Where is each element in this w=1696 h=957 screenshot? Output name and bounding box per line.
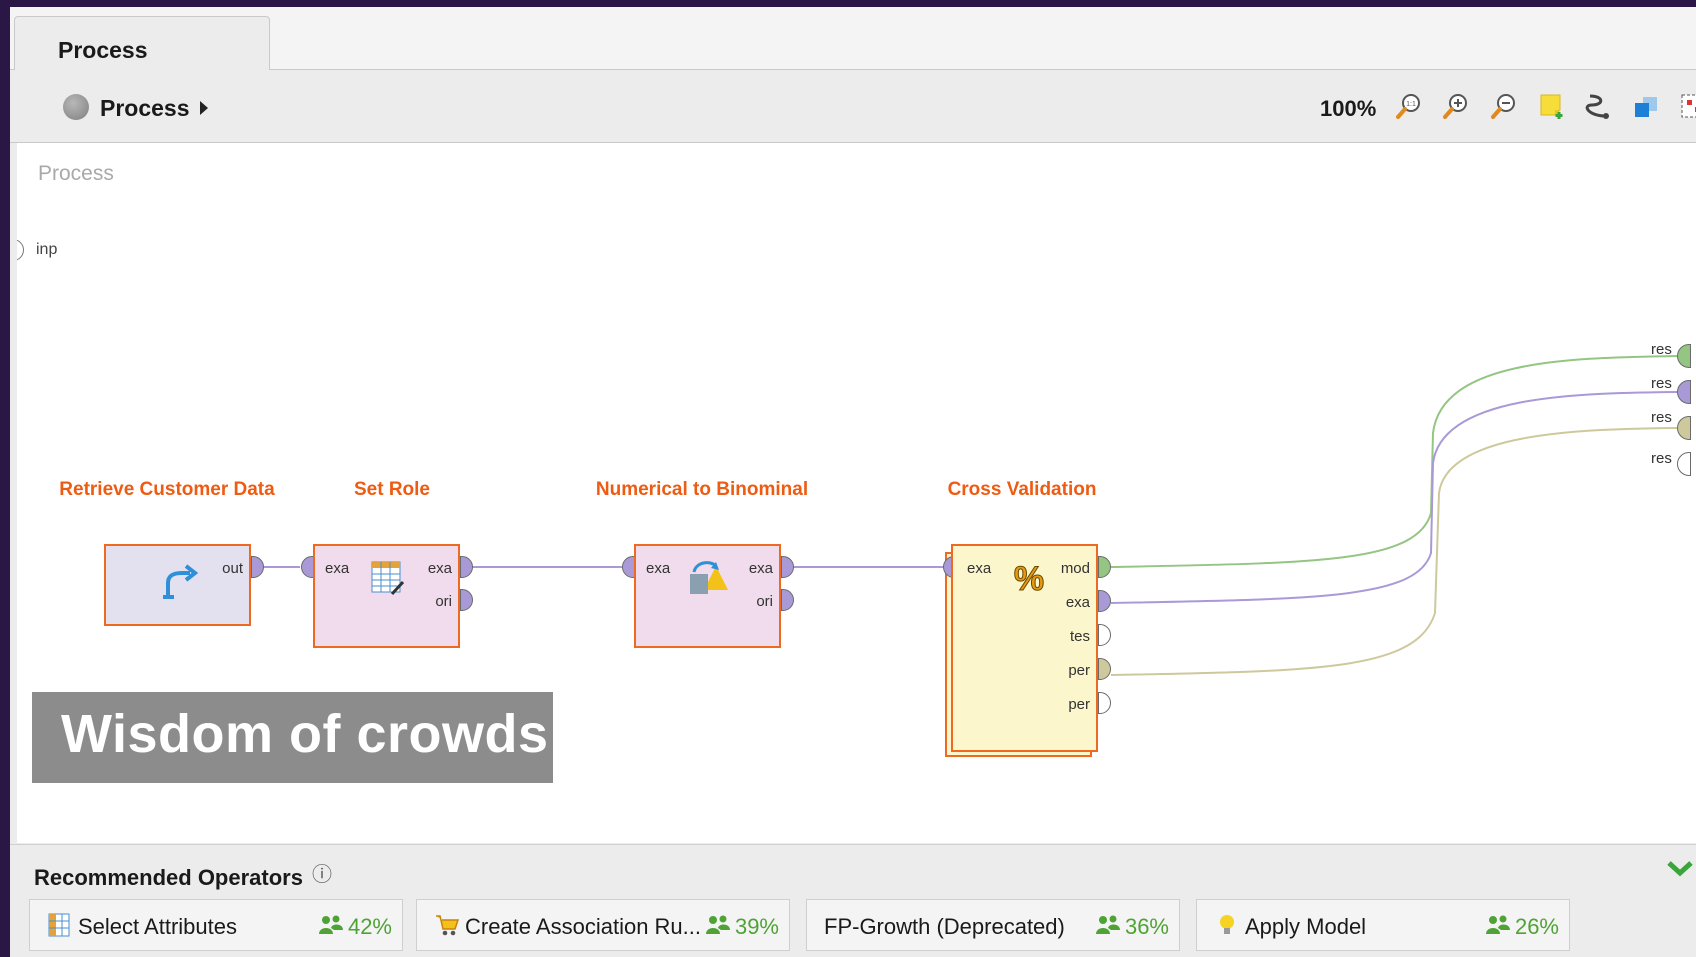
recommended-item-percent: 26% xyxy=(1514,914,1559,939)
layers-icon[interactable] xyxy=(1630,90,1662,122)
recommended-item-percent: 36% xyxy=(1124,914,1169,939)
table-edit-icon xyxy=(371,561,405,596)
port-label-out: out xyxy=(222,560,243,577)
breadcrumb[interactable]: Process xyxy=(100,95,190,122)
people-icon xyxy=(706,915,730,934)
recommended-item-select-attributes[interactable]: Select Attributes 42% xyxy=(29,899,403,951)
zoom-out-icon[interactable] xyxy=(1488,90,1520,122)
people-icon xyxy=(319,915,343,934)
port-label-per-2: per xyxy=(1068,696,1090,713)
zoom-level: 100% xyxy=(1320,96,1377,121)
port-label-exa: exa xyxy=(325,560,350,577)
port-label-exa-out: exa xyxy=(1065,594,1090,611)
result-port-label-2: res xyxy=(1651,375,1672,392)
zoom-reset-icon[interactable]: 1:1 xyxy=(1393,90,1425,122)
lightbulb-icon xyxy=(1220,915,1234,934)
svg-text:%: % xyxy=(1014,560,1044,596)
people-icon xyxy=(1486,915,1510,934)
overlay-caption: Wisdom of crowds xyxy=(32,692,553,783)
recommended-item-apply-model[interactable]: Apply Model 26% xyxy=(1196,899,1570,951)
port-label-ori: ori xyxy=(435,593,452,610)
port-label-exa: exa xyxy=(646,560,671,577)
result-port-label-1: res xyxy=(1651,341,1672,358)
chevron-down-icon[interactable] xyxy=(1666,855,1694,879)
port-label-mod: mod xyxy=(1060,560,1090,577)
port-label-exa-out: exa xyxy=(427,560,452,577)
port-label-tes: tes xyxy=(1069,628,1090,645)
retrieve-arrow-icon xyxy=(163,564,199,599)
info-icon[interactable]: ⓘ xyxy=(312,858,332,887)
port-label-exa-out: exa xyxy=(748,560,773,577)
percent-icon: % xyxy=(1013,560,1044,597)
recommended-item-create-association-rules[interactable]: Create Association Ru... 39% xyxy=(416,899,790,951)
process-toolbar: Process 100% 1:1 xyxy=(10,70,1696,143)
tab-process[interactable]: Process xyxy=(14,16,270,70)
recommended-item-percent: 42% xyxy=(347,914,392,939)
operator-title-crossval: Cross Validation xyxy=(947,479,1097,500)
svg-text:1:1: 1:1 xyxy=(1406,101,1416,108)
process-window: Process Process 100% 1:1 Process inp Ret… xyxy=(10,7,1696,957)
recommended-item-fp-growth[interactable]: FP-Growth (Deprecated) 36% xyxy=(806,899,1180,951)
operator-title-setrole: Set Role xyxy=(353,479,431,500)
result-port-label-4: res xyxy=(1651,450,1672,467)
process-canvas[interactable]: Process inp Retrieve Customer Data out S… xyxy=(17,143,1696,843)
connection-per-res3 xyxy=(1110,427,1678,676)
port-label-exa: exa xyxy=(967,560,992,577)
add-note-icon[interactable] xyxy=(1536,90,1568,122)
tab-label: Process xyxy=(58,37,148,63)
result-port-label-3: res xyxy=(1651,409,1672,426)
tab-bar: Process xyxy=(10,7,1696,70)
operator-retrieve[interactable]: out xyxy=(104,544,251,626)
select-attributes-icon xyxy=(48,913,70,937)
recommended-item-percent: 39% xyxy=(734,914,779,939)
arrange-icon[interactable] xyxy=(1677,90,1696,122)
overlay-caption-text: Wisdom of crowds xyxy=(61,704,549,764)
operator-numerical-to-binominal[interactable]: exa exa ori xyxy=(634,544,781,648)
recommended-item-name: Create Association Ru... xyxy=(465,914,702,939)
operator-setrole[interactable]: exa exa ori xyxy=(313,544,460,648)
operator-title-retrieve: Retrieve Customer Data xyxy=(59,479,275,500)
operator-title-numerical: Numerical to Binominal xyxy=(595,479,809,500)
zoom-in-icon[interactable] xyxy=(1440,90,1472,122)
recommended-title: Recommended Operators xyxy=(34,865,303,890)
recommended-operators-panel: Recommended Operators ⓘ Select Attribute… xyxy=(10,844,1696,957)
operator-cross-validation[interactable]: exa % mod exa tes per per xyxy=(951,544,1098,752)
cart-icon xyxy=(436,915,460,936)
port-label-per: per xyxy=(1068,662,1090,679)
port-label-ori: ori xyxy=(756,593,773,610)
convert-shapes-icon xyxy=(690,561,728,594)
breadcrumb-arrow-icon[interactable] xyxy=(200,101,208,115)
process-root-icon[interactable] xyxy=(63,94,89,120)
recommended-item-name: Select Attributes xyxy=(78,914,237,939)
recommended-item-name: Apply Model xyxy=(1245,914,1367,939)
connection-exa-res2 xyxy=(1110,391,1678,604)
auto-wire-icon[interactable] xyxy=(1582,90,1614,122)
connection-mod-res1 xyxy=(1110,355,1678,568)
recommended-item-name: FP-Growth (Deprecated) xyxy=(824,914,1065,939)
people-icon xyxy=(1096,915,1120,934)
